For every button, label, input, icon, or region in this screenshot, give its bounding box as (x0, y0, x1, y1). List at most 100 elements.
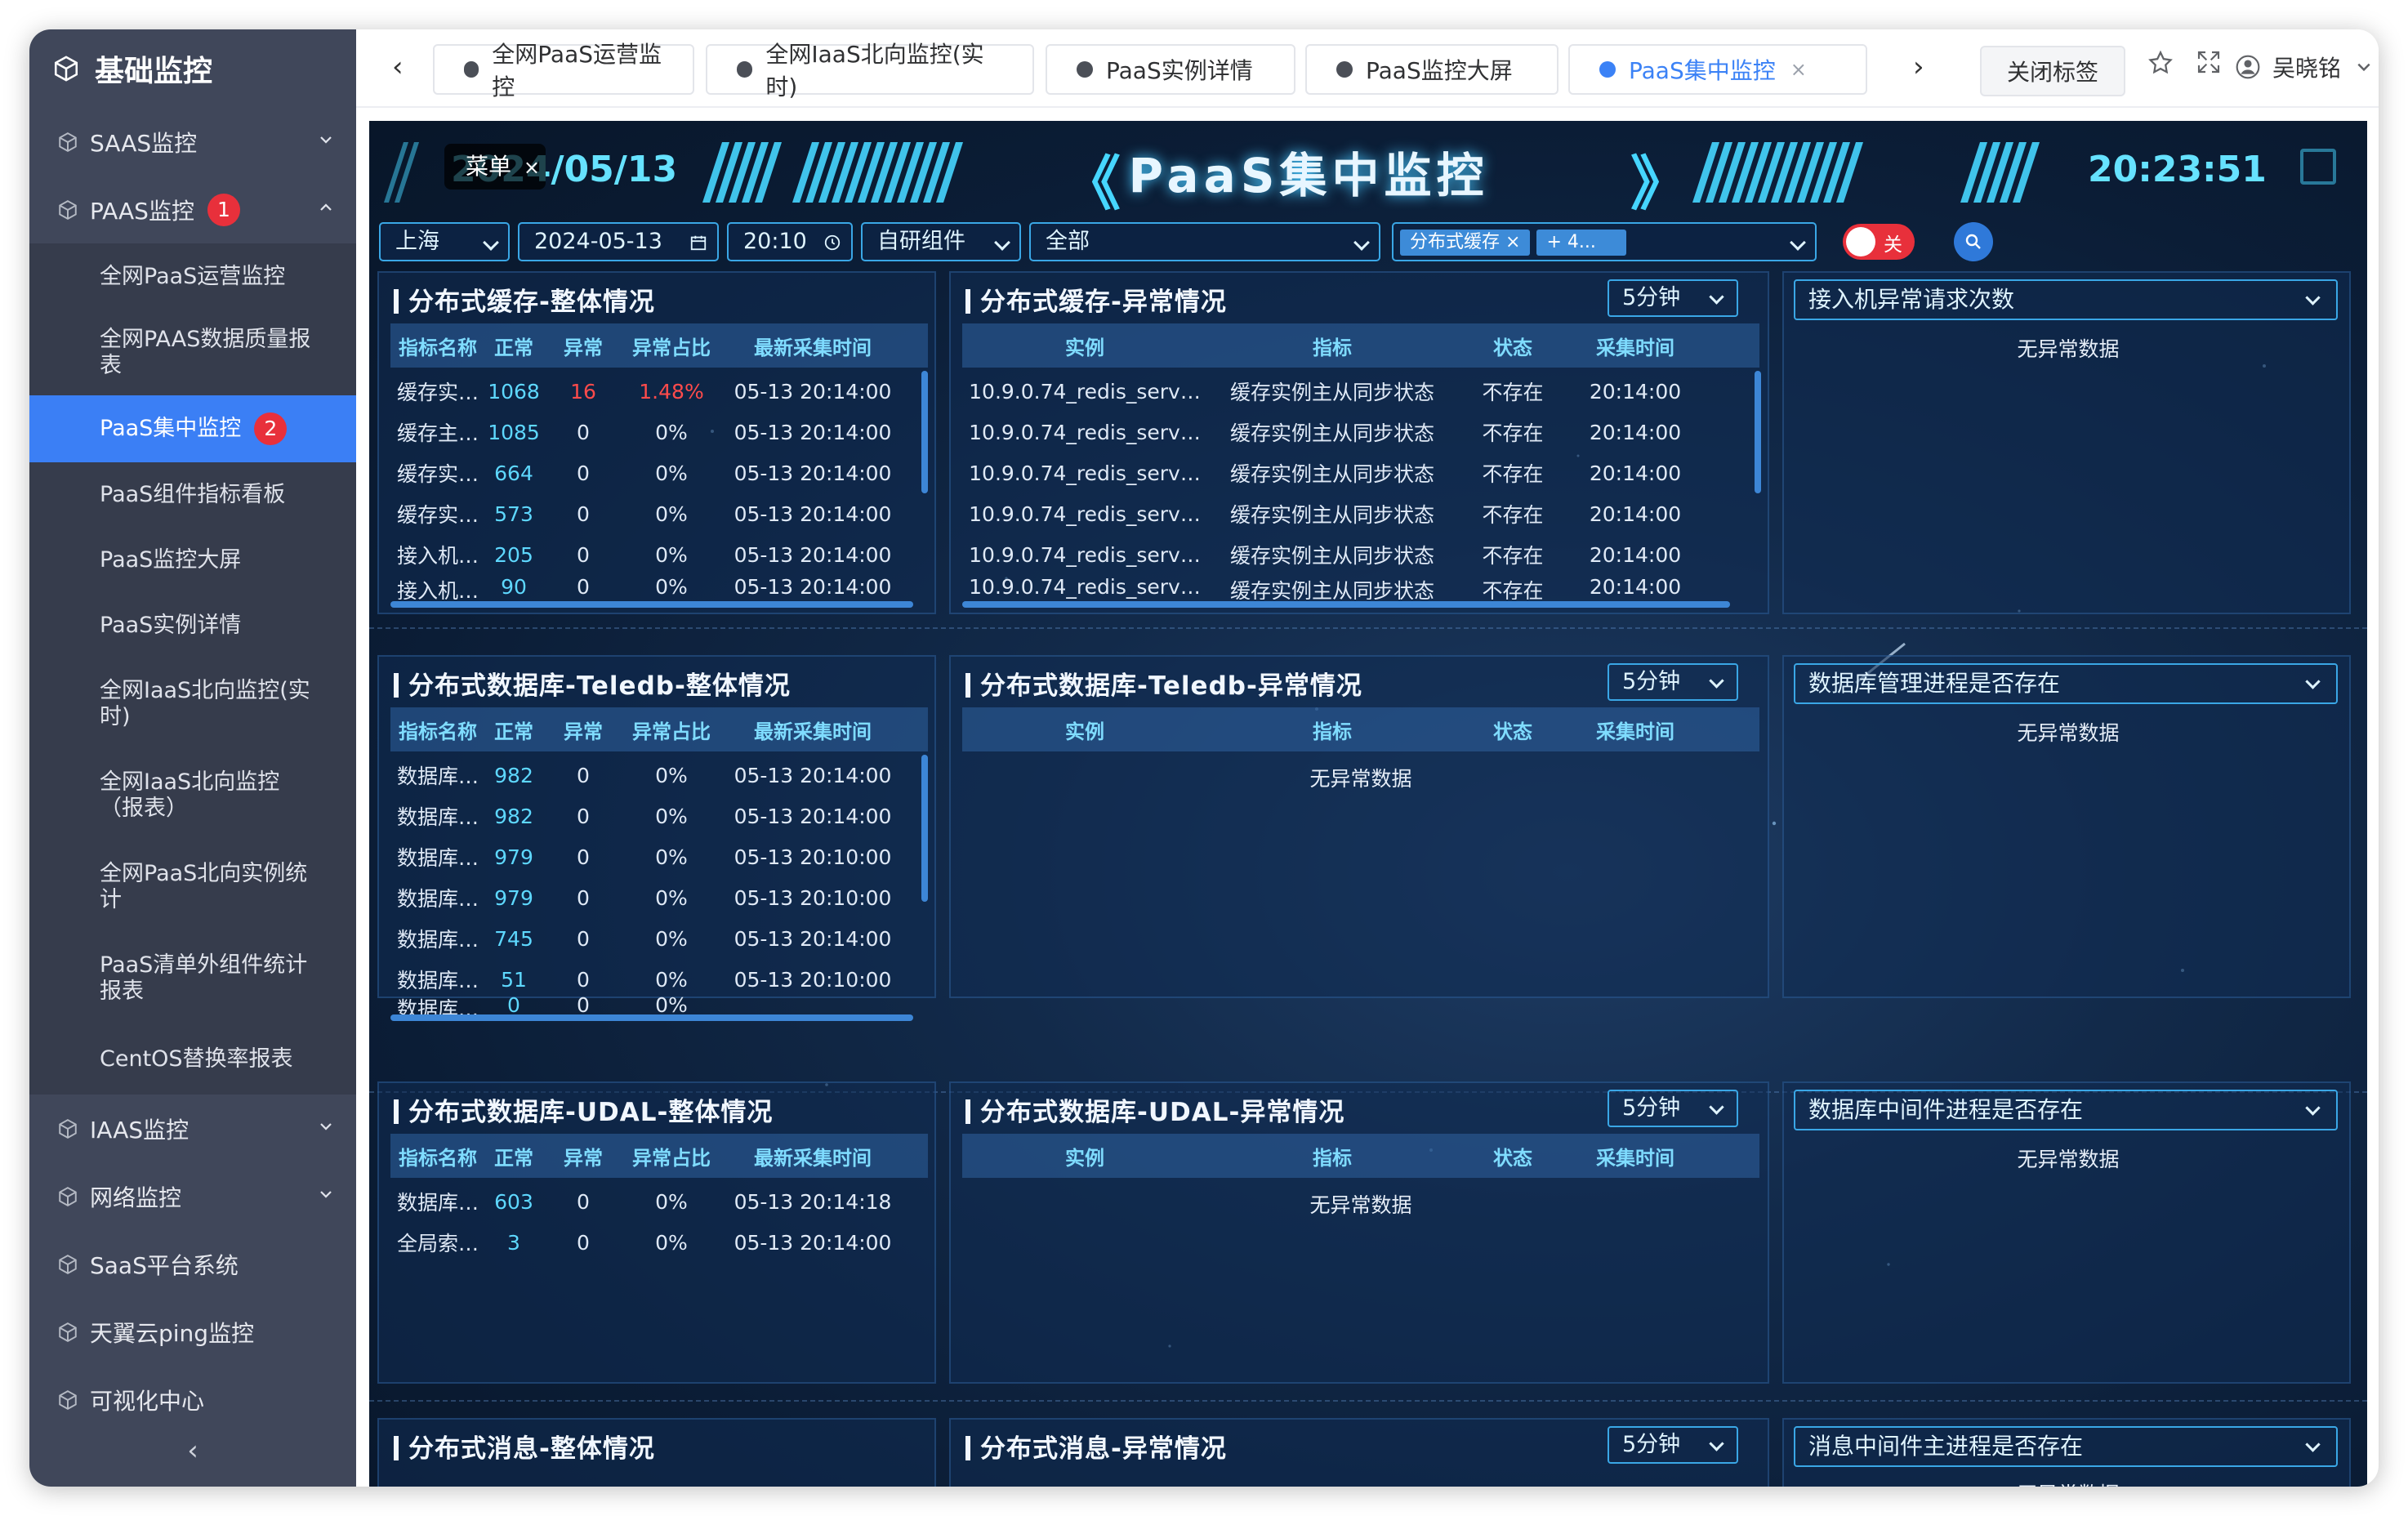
close-tags-button[interactable]: 关闭标签 (1980, 46, 2125, 96)
metric-select[interactable]: 接入机异常请求次数 (1794, 279, 2338, 320)
tab-paas-ops[interactable]: 全网PaaS运营监控 (433, 41, 694, 100)
sidebar-sub-centos[interactable]: CentOS替换率报表 (29, 1024, 356, 1095)
tag-close-icon[interactable]: × (1505, 232, 1520, 252)
sidebar-sub-paas-ops[interactable]: 全网PaaS运营监控 (29, 243, 356, 310)
time-picker[interactable]: 20:10 (727, 222, 853, 261)
cube-icon (59, 1118, 77, 1139)
table-row[interactable]: 10.9.0.74_redis_serv… 缓存实例主从同步状态 不存在 20:14:… (962, 371, 1746, 412)
panel-title: 分布式缓存-异常情况 (965, 281, 1227, 318)
sidebar-sub-iaas-realtime[interactable]: 全网IaaS北向监控(实时) (29, 658, 356, 750)
udal-abnormal-panel: 分布式数据库-UDAL-异常情况 5分钟 实例 指标 状态 采集时间 无异常数据 (949, 1081, 1769, 1384)
vertical-scrollbar[interactable] (1755, 371, 1761, 493)
sidebar-item-saas-platform[interactable]: SaaS平台系统 (29, 1230, 356, 1298)
metric-select[interactable]: 数据库管理进程是否存在 (1794, 663, 2338, 704)
sidebar-sub-paas-central[interactable]: PaaS集中监控 2 (29, 395, 356, 462)
table-row[interactable]: 数据库… 979 0 0% 05-13 20:10:00 (390, 836, 928, 877)
cell-status: 不存在 (1482, 421, 1544, 445)
tab-close-icon[interactable]: × (1790, 58, 1807, 81)
table-row[interactable]: 缓存实… 664 0 0% 05-13 20:14:00 (390, 453, 928, 493)
table-row[interactable]: 数据库… 745 0 0% 05-13 20:14:00 (390, 918, 928, 959)
tab-iaas-realtime[interactable]: 全网IaaS北向监控(实时) (706, 41, 1034, 100)
scope-select[interactable]: 全部 (1029, 222, 1380, 261)
table-row[interactable]: 缓存实… 1068 16 1.48% 05-13 20:14:00 (390, 371, 928, 412)
table-header: 实例 指标 状态 采集时间 (962, 1134, 1759, 1178)
dashboard: 2024/05/13 菜单 × 《 PaaS集中监控 》 20:23:51 上海… (369, 121, 2367, 1487)
metric-select[interactable]: 数据库中间件进程是否存在 (1794, 1090, 2338, 1130)
vertical-scrollbar[interactable] (921, 755, 928, 902)
sidebar-item-network[interactable]: 网络监控 (29, 1162, 356, 1230)
auto-refresh-toggle[interactable]: 关 (1843, 224, 1915, 260)
toggle-knob (1846, 227, 1875, 256)
cell-name: 缓存主… (396, 421, 479, 445)
sidebar-sub-paas-board[interactable]: PaaS组件指标看板 (29, 462, 356, 528)
cell-status: 不存在 (1482, 579, 1544, 600)
menu-close-icon[interactable]: × (524, 156, 540, 179)
user-menu[interactable]: 吴晓铭 (2235, 51, 2372, 83)
dashboard-header: 2024/05/13 菜单 × 《 PaaS集中监控 》 20:23:51 (369, 121, 2367, 219)
cell-ratio: 0% (655, 1189, 688, 1214)
tab-paas-instance[interactable]: PaaS实例详情 (1046, 44, 1295, 95)
tab-paas-central[interactable]: PaaS集中监控 × (1568, 44, 1867, 95)
chevron-down-icon (1709, 289, 1724, 305)
tabs-prev-button[interactable]: ‹ (392, 51, 404, 83)
date-picker[interactable]: 2024-05-13 (518, 222, 719, 261)
table-row[interactable]: 缓存主… 1085 0 0% 05-13 20:14:00 (390, 412, 928, 453)
cell-time: 05-13 20:14:18 (734, 1189, 892, 1214)
sidebar-item-iaas[interactable]: IAAS监控 (29, 1095, 356, 1162)
table-row[interactable]: 全局索… 3 0 0% 05-13 20:14:00 (390, 1222, 928, 1263)
sidebar-sub-iaas-report[interactable]: 全网IaaS北向监控（报表） (29, 750, 356, 841)
period-select[interactable]: 5分钟 (1608, 1090, 1738, 1127)
sidebar-item-saas[interactable]: SAAS监控 (29, 108, 356, 176)
horizontal-scrollbar[interactable] (962, 601, 1730, 608)
table-row[interactable]: 10.9.0.74_redis_serv… 缓存实例主从同步状态 不存在 20:14:… (962, 534, 1746, 575)
period-select[interactable]: 5分钟 (1608, 1426, 1738, 1464)
table-row[interactable]: 数据库… 979 0 0% 05-13 20:10:00 (390, 877, 928, 918)
sidebar-item-visual[interactable]: 可视化中心 (29, 1366, 356, 1434)
col-header: 采集时间 (1596, 336, 1674, 359)
fullscreen-icon[interactable] (2196, 49, 2222, 75)
table-row[interactable]: 接入机… 90 0 0% 05-13 20:14:00 (390, 575, 928, 600)
period-select[interactable]: 5分钟 (1608, 279, 1738, 317)
fullscreen-icon[interactable] (2300, 149, 2336, 185)
col-header: 异常 (564, 336, 603, 359)
col-header: 指标 (1313, 1146, 1352, 1170)
sidebar-logo[interactable]: 基础监控 (29, 29, 356, 108)
period-select[interactable]: 5分钟 (1608, 663, 1738, 701)
table-row[interactable]: 10.9.0.74_redis_serv… 缓存实例主从同步状态 不存在 20:14:… (962, 412, 1746, 453)
sidebar-sub-paas-north-stats[interactable]: 全网PaaS北向实例统计 (29, 841, 356, 933)
component-type-select[interactable]: 自研组件 (861, 222, 1021, 261)
sidebar-sub-paas-extra[interactable]: PaaS清单外组件统计报表 (29, 933, 356, 1024)
menu-chip[interactable]: 菜单 × (444, 144, 546, 190)
component-multi-select[interactable]: 分布式缓存 × + 4... (1392, 222, 1817, 261)
metric-select[interactable]: 消息中间件主进程是否存在 (1794, 1426, 2338, 1467)
cell-time: 05-13 20:10:00 (734, 885, 892, 910)
region-select[interactable]: 上海 (379, 222, 510, 261)
table-row[interactable]: 10.9.0.74_redis_serv… 缓存实例主从同步状态 不存在 20:14:… (962, 453, 1746, 493)
table-row[interactable]: 数据库… 982 0 0% 05-13 20:14:00 (390, 796, 928, 836)
sidebar-item-paas[interactable]: PAAS监控 1 (29, 176, 356, 243)
sidebar-sub-paas-quality[interactable]: 全网PAAS数据质量报表 (29, 310, 356, 395)
tab-paas-screen[interactable]: PaaS监控大屏 (1305, 44, 1559, 95)
table-row[interactable]: 数据库… 982 0 0% 05-13 20:14:00 (390, 755, 928, 796)
horizontal-scrollbar[interactable] (390, 601, 913, 608)
section-divider (369, 1400, 2367, 1402)
table-row[interactable]: 缓存实… 573 0 0% 05-13 20:14:00 (390, 493, 928, 534)
tabs-next-button[interactable]: › (1913, 51, 1924, 83)
table-row[interactable]: 接入机… 205 0 0% 05-13 20:14:00 (390, 534, 928, 575)
vertical-scrollbar[interactable] (921, 371, 928, 493)
sidebar-sub-paas-screen[interactable]: PaaS监控大屏 (29, 528, 356, 593)
col-header: 异常占比 (632, 336, 711, 359)
sidebar-item-ping[interactable]: 天翼云ping监控 (29, 1298, 356, 1366)
table-row[interactable]: 10.9.0.74_redis_serv… 缓存实例主从同步状态 不存在 20:14:… (962, 575, 1746, 600)
chevron-down-icon (320, 136, 332, 144)
cell-time: 05-13 20:14:00 (734, 926, 892, 951)
search-button[interactable] (1954, 222, 1993, 261)
table-row[interactable]: 10.9.0.74_redis_serv… 缓存实例主从同步状态 不存在 20:14:… (962, 493, 1746, 534)
col-header: 异常 (564, 720, 603, 743)
star-icon[interactable] (2147, 49, 2174, 77)
horizontal-scrollbar[interactable] (390, 1014, 913, 1021)
table-row[interactable]: 数据库… 603 0 0% 05-13 20:14:18 (390, 1181, 928, 1222)
sidebar-sub-paas-instance[interactable]: PaaS实例详情 (29, 593, 356, 658)
cell-abnormal: 0 (577, 1189, 590, 1214)
sidebar-collapse-button[interactable]: ‹ (29, 1434, 356, 1475)
